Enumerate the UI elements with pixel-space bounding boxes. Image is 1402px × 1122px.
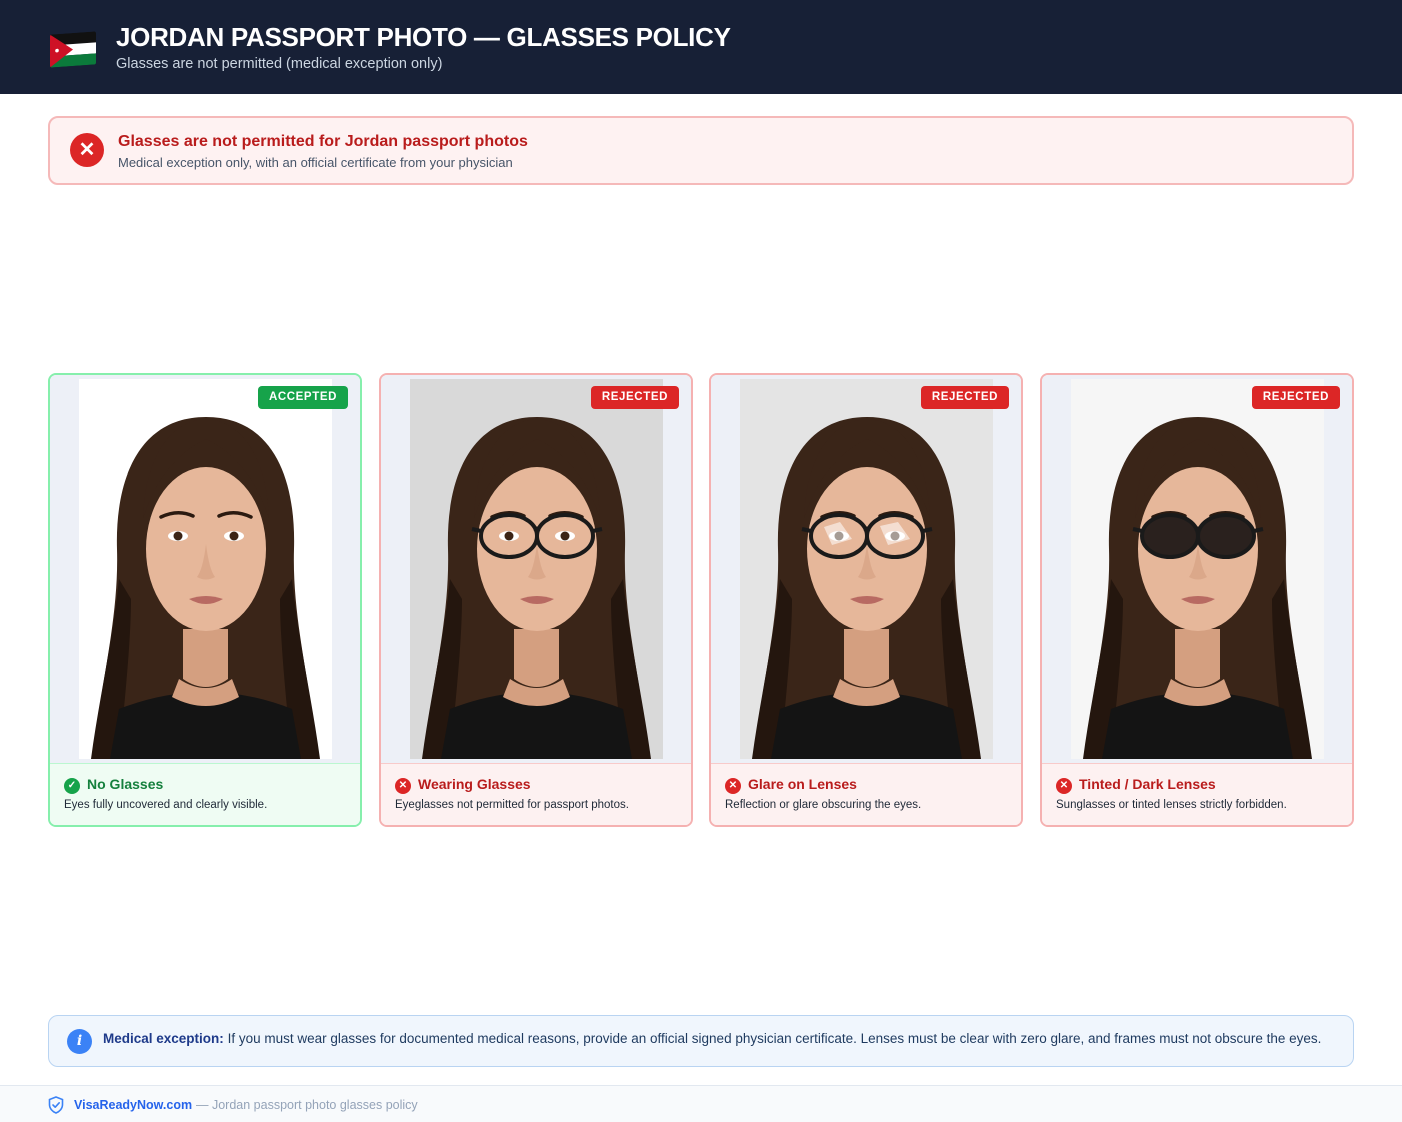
- info-icon: i: [67, 1029, 92, 1054]
- page-footer: VisaReadyNow.com — Jordan passport photo…: [0, 1085, 1402, 1122]
- x-circle-icon: ✕: [1056, 778, 1072, 794]
- alert-subtitle: Medical exception only, with an official…: [118, 155, 513, 170]
- photo-frame: REJECTED: [381, 375, 691, 763]
- card-description: Reflection or glare obscuring the eyes.: [725, 799, 922, 811]
- page-title: JORDAN PASSPORT PHOTO — GLASSES POLICY: [116, 22, 731, 52]
- card-title: Glare on Lenses: [748, 776, 857, 792]
- info-body: If you must wear glasses for documented …: [227, 1031, 1322, 1046]
- card-caption: ✓ No Glasses Eyes fully uncovered and cl…: [50, 763, 360, 825]
- policy-alert: ✕ Glasses are not permitted for Jordan p…: [48, 116, 1354, 185]
- example-card-glare-on-lenses: REJECTED ✕ Glare on Lenses Reflection or…: [709, 373, 1023, 827]
- medical-exception-note: i Medical exception: If you must wear gl…: [48, 1015, 1354, 1067]
- photo-frame: REJECTED: [711, 375, 1021, 763]
- x-circle-icon: ✕: [395, 778, 411, 794]
- photo-frame: ACCEPTED: [50, 375, 360, 763]
- example-card-no-glasses: ACCEPTED ✓ No Glasses Eyes fully uncover…: [48, 373, 362, 827]
- portrait-photo: [79, 379, 332, 759]
- footer-text: — Jordan passport photo glasses policy: [196, 1098, 418, 1112]
- example-card-tinted-lenses: REJECTED ✕ Tinted / Dark Lenses Sunglass…: [1040, 373, 1354, 827]
- card-description: Eyes fully uncovered and clearly visible…: [64, 799, 268, 811]
- card-description: Sunglasses or tinted lenses strictly for…: [1056, 799, 1287, 811]
- status-badge: REJECTED: [1251, 386, 1340, 409]
- brand-link[interactable]: VisaReadyNow.com: [74, 1098, 192, 1112]
- check-circle-icon: ✓: [64, 778, 80, 794]
- photo-frame: REJECTED: [1042, 375, 1352, 763]
- card-title: Wearing Glasses: [418, 776, 531, 792]
- jordan-flag-icon: [50, 31, 96, 68]
- portrait-photo: [740, 379, 993, 759]
- status-badge: ACCEPTED: [257, 386, 348, 409]
- card-caption: ✕ Wearing Glasses Eyeglasses not permitt…: [381, 763, 691, 825]
- page-header: JORDAN PASSPORT PHOTO — GLASSES POLICY G…: [0, 0, 1402, 94]
- status-badge: REJECTED: [590, 386, 679, 409]
- x-circle-icon: ✕: [70, 133, 104, 167]
- x-circle-icon: ✕: [725, 778, 741, 794]
- card-caption: ✕ Glare on Lenses Reflection or glare ob…: [711, 763, 1021, 825]
- info-label: Medical exception:: [103, 1031, 224, 1046]
- shield-icon: [48, 1096, 64, 1114]
- example-card-wearing-glasses: REJECTED ✕ Wearing Glasses Eyeglasses no…: [379, 373, 693, 827]
- page-subtitle: Glasses are not permitted (medical excep…: [116, 56, 443, 72]
- portrait-photo: [1071, 379, 1324, 759]
- status-badge: REJECTED: [920, 386, 1009, 409]
- info-text: Medical exception: If you must wear glas…: [103, 1031, 1321, 1046]
- card-title: No Glasses: [87, 776, 164, 792]
- card-title: Tinted / Dark Lenses: [1079, 776, 1216, 792]
- card-caption: ✕ Tinted / Dark Lenses Sunglasses or tin…: [1042, 763, 1352, 825]
- alert-title: Glasses are not permitted for Jordan pas…: [118, 133, 528, 150]
- card-description: Eyeglasses not permitted for passport ph…: [395, 799, 629, 811]
- portrait-photo: [410, 379, 663, 759]
